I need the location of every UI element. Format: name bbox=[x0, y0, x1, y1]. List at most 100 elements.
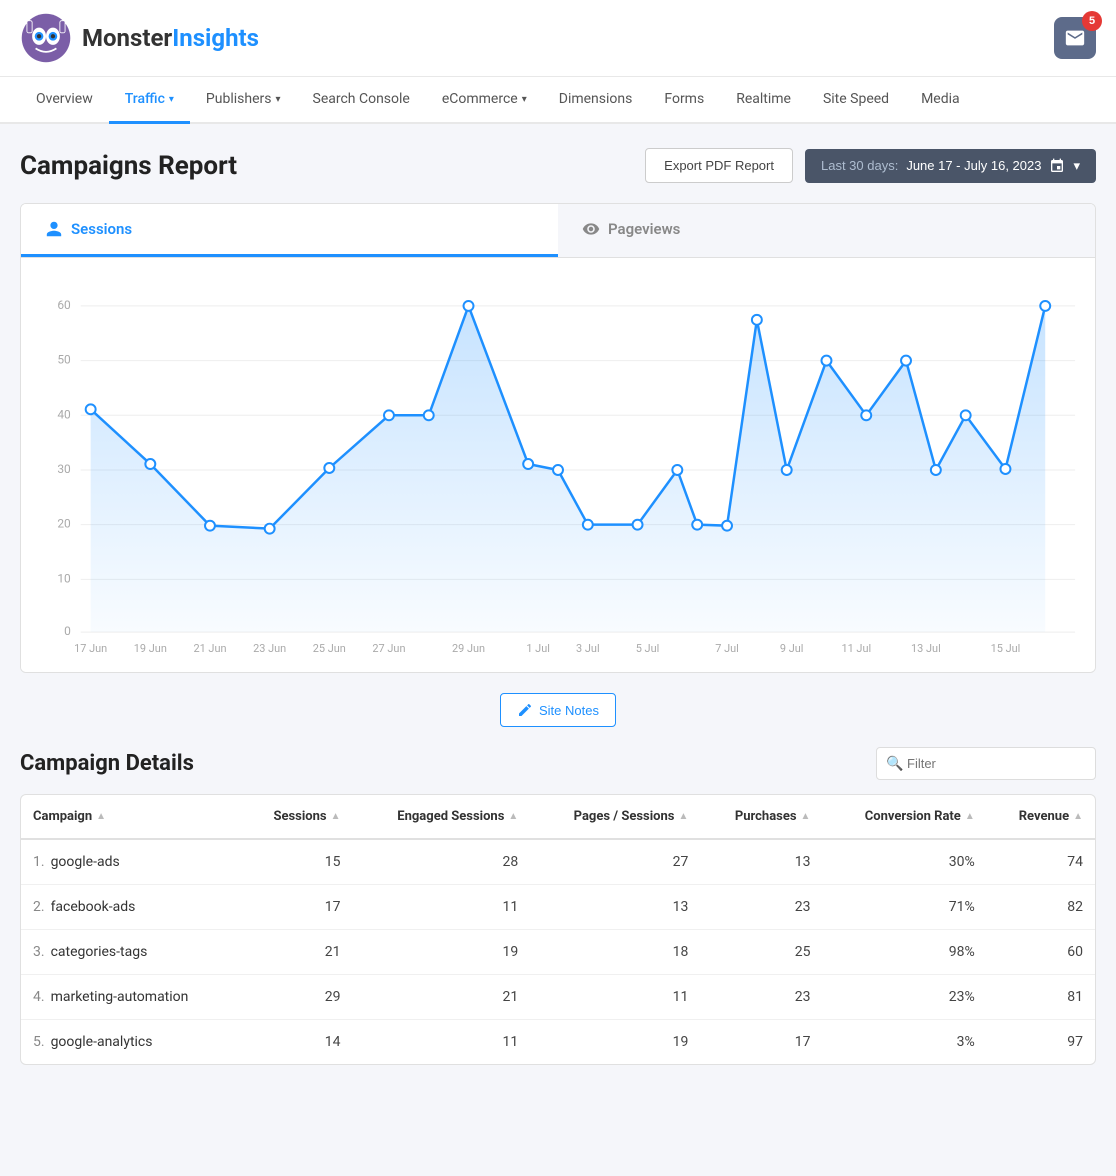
svg-text:21 Jun: 21 Jun bbox=[193, 642, 226, 655]
nav-item-publishers[interactable]: Publishers ▾ bbox=[190, 77, 297, 124]
cell-purchases: 25 bbox=[700, 930, 822, 975]
cell-revenue: 60 bbox=[987, 930, 1095, 975]
svg-text:23 Jun: 23 Jun bbox=[253, 642, 286, 655]
table-header-row: Campaign ▲ Sessions ▲ Engaged Sessions ▲… bbox=[21, 795, 1095, 839]
table-row: 5.google-analytics 14 11 19 17 3% 97 bbox=[21, 1020, 1095, 1065]
cell-pages-sessions: 27 bbox=[530, 839, 700, 885]
sort-icon: ▲ bbox=[678, 811, 688, 822]
filter-input-wrap: 🔍 bbox=[876, 747, 1096, 780]
tab-pageviews-label: Pageviews bbox=[608, 220, 680, 238]
svg-text:30: 30 bbox=[57, 462, 71, 476]
cell-revenue: 82 bbox=[987, 885, 1095, 930]
site-notes-label: Site Notes bbox=[539, 703, 599, 718]
nav-item-media[interactable]: Media bbox=[905, 77, 976, 124]
col-revenue: Revenue ▲ bbox=[987, 795, 1095, 839]
sort-icon: ▲ bbox=[331, 811, 341, 822]
chevron-down-icon: ▾ bbox=[275, 94, 280, 105]
chevron-down-icon: ▾ bbox=[169, 94, 174, 105]
svg-text:17 Jun: 17 Jun bbox=[74, 642, 107, 655]
campaign-table-wrapper: Campaign ▲ Sessions ▲ Engaged Sessions ▲… bbox=[20, 794, 1096, 1065]
main-content: Campaigns Report Export PDF Report Last … bbox=[0, 124, 1116, 1089]
cell-campaign: 4.marketing-automation bbox=[21, 975, 241, 1020]
nav-item-ecommerce[interactable]: eCommerce ▾ bbox=[426, 77, 543, 124]
filter-input[interactable] bbox=[876, 747, 1096, 780]
campaign-details-header: Campaign Details 🔍 bbox=[20, 747, 1096, 780]
notification-badge: 5 bbox=[1082, 11, 1102, 31]
cell-sessions: 14 bbox=[241, 1020, 353, 1065]
nav-item-search-console[interactable]: Search Console bbox=[297, 77, 426, 124]
site-notes-row: Site Notes bbox=[20, 693, 1096, 727]
main-nav: Overview Traffic ▾ Publishers ▾ Search C… bbox=[0, 77, 1116, 124]
cell-campaign: 5.google-analytics bbox=[21, 1020, 241, 1065]
cell-conversion-rate: 3% bbox=[822, 1020, 986, 1065]
cell-purchases: 23 bbox=[700, 885, 822, 930]
eye-icon bbox=[582, 220, 600, 238]
tab-sessions[interactable]: Sessions bbox=[21, 204, 558, 257]
col-campaign: Campaign ▲ bbox=[21, 795, 241, 839]
cell-sessions: 21 bbox=[241, 930, 353, 975]
date-range-button[interactable]: Last 30 days: June 17 - July 16, 2023 ▾ bbox=[805, 149, 1096, 183]
svg-text:3 Jul: 3 Jul bbox=[576, 642, 600, 655]
cell-sessions: 17 bbox=[241, 885, 353, 930]
date-label: Last 30 days: bbox=[821, 158, 898, 173]
tab-pageviews[interactable]: Pageviews bbox=[558, 204, 1095, 257]
cell-purchases: 17 bbox=[700, 1020, 822, 1065]
cell-sessions: 15 bbox=[241, 839, 353, 885]
svg-text:1 Jul: 1 Jul bbox=[526, 642, 550, 655]
svg-text:10: 10 bbox=[57, 571, 71, 585]
date-value: June 17 - July 16, 2023 bbox=[906, 158, 1041, 173]
cell-campaign: 2.facebook-ads bbox=[21, 885, 241, 930]
svg-text:25 Jun: 25 Jun bbox=[313, 642, 346, 655]
logo-area: MonsterInsights bbox=[20, 12, 259, 64]
nav-item-dimensions[interactable]: Dimensions bbox=[543, 77, 649, 124]
nav-item-realtime[interactable]: Realtime bbox=[720, 77, 807, 124]
cell-engaged-sessions: 11 bbox=[353, 1020, 531, 1065]
svg-text:5 Jul: 5 Jul bbox=[636, 642, 660, 655]
chevron-down-icon: ▾ bbox=[522, 94, 527, 105]
svg-text:7 Jul: 7 Jul bbox=[715, 642, 739, 655]
nav-item-overview[interactable]: Overview bbox=[20, 77, 109, 124]
pencil-icon bbox=[517, 702, 533, 718]
svg-text:27 Jun: 27 Jun bbox=[372, 642, 405, 655]
col-pages-sessions: Pages / Sessions ▲ bbox=[530, 795, 700, 839]
svg-text:50: 50 bbox=[57, 353, 71, 367]
svg-text:40: 40 bbox=[57, 407, 71, 421]
sort-icon: ▲ bbox=[508, 811, 518, 822]
logo-icon bbox=[20, 12, 72, 64]
svg-text:15 Jul: 15 Jul bbox=[991, 642, 1021, 655]
cell-campaign: 1.google-ads bbox=[21, 839, 241, 885]
svg-text:20: 20 bbox=[57, 517, 71, 531]
inbox-icon bbox=[1064, 27, 1086, 49]
page-header: Campaigns Report Export PDF Report Last … bbox=[20, 148, 1096, 183]
col-conversion-rate: Conversion Rate ▲ bbox=[822, 795, 986, 839]
cell-conversion-rate: 23% bbox=[822, 975, 986, 1020]
svg-text:60: 60 bbox=[57, 298, 71, 312]
chart-panel: Sessions Pageviews 60 50 40 30 20 10 0 bbox=[20, 203, 1096, 673]
cell-purchases: 23 bbox=[700, 975, 822, 1020]
table-row: 3.categories-tags 21 19 18 25 98% 60 bbox=[21, 930, 1095, 975]
campaign-details-title: Campaign Details bbox=[20, 751, 194, 776]
notification-button[interactable]: 5 bbox=[1054, 17, 1096, 59]
nav-item-traffic[interactable]: Traffic ▾ bbox=[109, 77, 190, 124]
cell-conversion-rate: 30% bbox=[822, 839, 986, 885]
cell-revenue: 81 bbox=[987, 975, 1095, 1020]
cell-conversion-rate: 71% bbox=[822, 885, 986, 930]
nav-item-forms[interactable]: Forms bbox=[648, 77, 720, 124]
person-icon bbox=[45, 220, 63, 238]
chart-area: 60 50 40 30 20 10 0 bbox=[21, 258, 1095, 672]
col-engaged-sessions: Engaged Sessions ▲ bbox=[353, 795, 531, 839]
cell-purchases: 13 bbox=[700, 839, 822, 885]
sort-icon: ▲ bbox=[965, 811, 975, 822]
table-row: 2.facebook-ads 17 11 13 23 71% 82 bbox=[21, 885, 1095, 930]
header: MonsterInsights 5 bbox=[0, 0, 1116, 77]
nav-item-site-speed[interactable]: Site Speed bbox=[807, 77, 905, 124]
site-notes-button[interactable]: Site Notes bbox=[500, 693, 616, 727]
chevron-down-icon: ▾ bbox=[1073, 158, 1080, 174]
sessions-chart: 60 50 40 30 20 10 0 bbox=[31, 278, 1085, 658]
cell-revenue: 74 bbox=[987, 839, 1095, 885]
cell-campaign: 3.categories-tags bbox=[21, 930, 241, 975]
export-pdf-button[interactable]: Export PDF Report bbox=[645, 148, 793, 183]
header-right: 5 bbox=[1054, 17, 1096, 59]
svg-text:19 Jun: 19 Jun bbox=[134, 642, 167, 655]
col-sessions: Sessions ▲ bbox=[241, 795, 353, 839]
